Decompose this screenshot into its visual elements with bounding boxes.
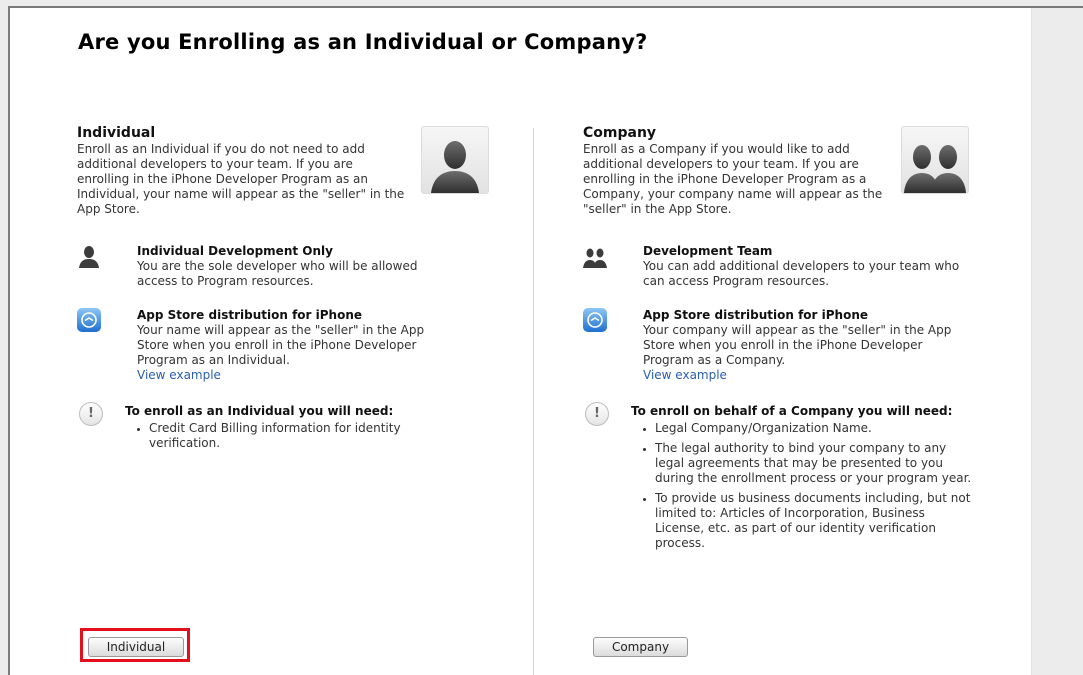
feature-title: Development Team — [643, 244, 773, 258]
individual-intro: Individual Enroll as an Individual if yo… — [77, 124, 489, 244]
app-store-icon — [583, 308, 607, 332]
column-divider — [533, 128, 534, 675]
feature-title: Individual Development Only — [137, 244, 333, 258]
list-item: To provide us business documents includi… — [655, 491, 975, 551]
feature-text: Your company will appear as the "seller"… — [643, 323, 952, 367]
list-item: Credit Card Billing information for iden… — [149, 421, 469, 451]
feature-title: App Store distribution for iPhone — [137, 308, 362, 322]
individual-heading: Individual — [77, 125, 156, 141]
individual-feature-development: Individual Development Only You are the … — [77, 244, 457, 289]
page-title: Are you Enrolling as an Individual or Co… — [78, 30, 648, 54]
individual-description: Enroll as an Individual if you do not ne… — [77, 142, 405, 216]
company-feature-development: Development Team You can add additional … — [583, 244, 963, 289]
feature-title: App Store distribution for iPhone — [643, 308, 868, 322]
company-button[interactable]: Company — [593, 637, 688, 657]
requirements-list: Credit Card Billing information for iden… — [125, 421, 457, 451]
requirements-list: Legal Company/Organization Name. The leg… — [631, 421, 971, 551]
feature-text: You can add additional developers to you… — [643, 259, 960, 288]
exclamation-icon: ! — [585, 402, 609, 426]
exclamation-icon: ! — [79, 402, 103, 426]
single-person-icon — [421, 126, 489, 194]
list-item: Legal Company/Organization Name. — [655, 421, 975, 436]
company-intro: Company Enroll as a Company if you would… — [583, 124, 969, 244]
requirements-title: To enroll on behalf of a Company you wil… — [631, 404, 953, 418]
individual-column: Individual Enroll as an Individual if yo… — [77, 124, 489, 456]
feature-text: Your name will appear as the "seller" in… — [137, 323, 425, 367]
view-example-link[interactable]: View example — [137, 368, 457, 383]
individual-feature-appstore: App Store distribution for iPhone Your n… — [77, 308, 457, 383]
feature-text: You are the sole developer who will be a… — [137, 259, 418, 288]
single-person-icon — [77, 244, 101, 268]
highlight-box — [80, 628, 190, 662]
two-people-icon — [901, 126, 969, 194]
panel-edge — [1031, 8, 1032, 675]
app-store-icon — [77, 308, 101, 332]
list-item: The legal authority to bind your company… — [655, 441, 975, 486]
company-feature-appstore: App Store distribution for iPhone Your c… — [583, 308, 963, 383]
company-column: Company Enroll as a Company if you would… — [583, 124, 971, 556]
two-people-icon — [583, 244, 607, 268]
individual-requirements: ! To enroll as an Individual you will ne… — [77, 402, 457, 451]
company-requirements: ! To enroll on behalf of a Company you w… — [583, 402, 971, 551]
view-example-link[interactable]: View example — [643, 368, 963, 383]
company-description: Enroll as a Company if you would like to… — [583, 142, 883, 216]
requirements-title: To enroll as an Individual you will need… — [125, 404, 394, 418]
